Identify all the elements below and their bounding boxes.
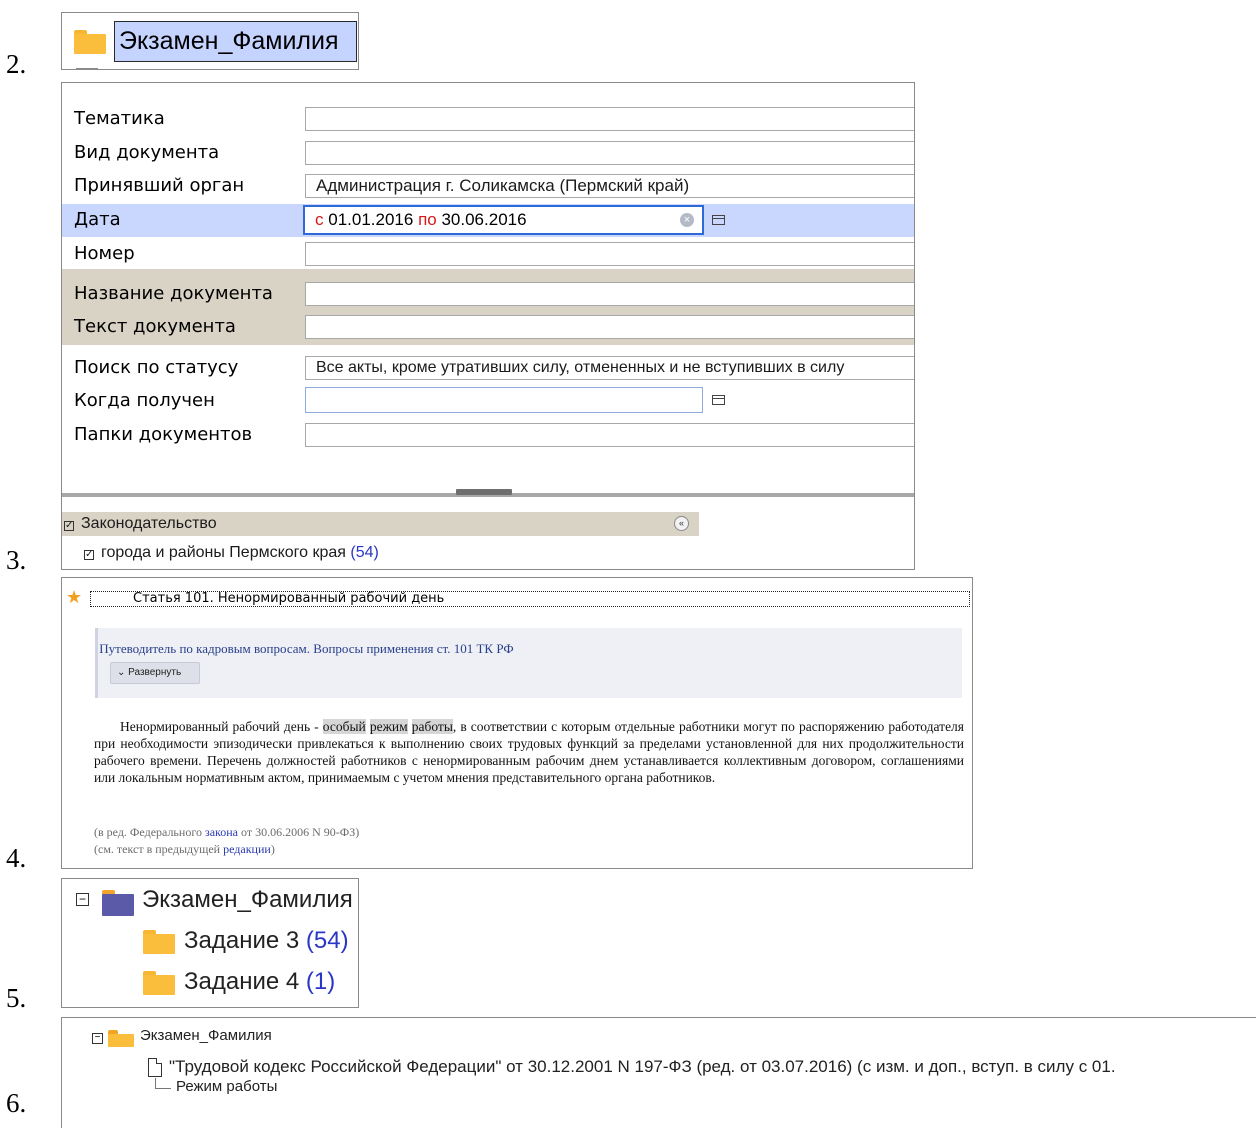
doc-name-input[interactable] xyxy=(305,282,914,306)
folder-open-icon xyxy=(108,1030,134,1047)
folder-icon xyxy=(143,971,175,995)
checkbox-icon[interactable]: ✓ xyxy=(64,521,74,531)
bookmark-label[interactable]: Режим работы xyxy=(176,1078,277,1095)
tree-root-label[interactable]: Экзамен_Фамилия xyxy=(140,1027,272,1044)
tree-root-label[interactable]: Экзамен_Фамилия xyxy=(142,886,353,914)
calendar-icon[interactable] xyxy=(712,395,725,405)
highlight-word: работы xyxy=(411,719,453,734)
calendar-icon[interactable] xyxy=(712,215,725,225)
subject-input[interactable] xyxy=(305,107,914,131)
field-label-date: Дата xyxy=(74,209,121,230)
status-input[interactable]: Все акты, кроме утративших силу, отменен… xyxy=(305,356,914,380)
field-row-subject: Тематика xyxy=(62,103,914,136)
collapse-icon[interactable]: « xyxy=(674,516,689,531)
date-to-word: по xyxy=(418,210,437,229)
field-label-status: Поиск по статусу xyxy=(74,357,239,378)
scroll-stub xyxy=(76,68,98,69)
highlight-word: особый xyxy=(322,719,366,734)
field-label-doc-type: Вид документа xyxy=(74,142,220,163)
field-row-doc-type: Вид документа xyxy=(62,137,914,170)
date-from-value: 01.01.2016 xyxy=(328,210,414,229)
doc-text-input[interactable] xyxy=(305,315,914,339)
step-number-5: 5. xyxy=(6,983,27,1013)
field-label-doc-text: Текст документа xyxy=(74,316,236,337)
doc-type-input[interactable] xyxy=(305,141,914,165)
field-label-authority: Принявший орган xyxy=(74,175,245,196)
field-label-doc-name: Название документа xyxy=(74,283,273,304)
folder-contents-panel: − Экзамен_Фамилия "Трудовой кодекс Росси… xyxy=(61,1017,1256,1128)
search-card-panel: Тематика Вид документа Принявший орган А… xyxy=(61,82,915,570)
folder-rename-panel: Экзамен_Фамилия xyxy=(61,12,359,70)
tree-item[interactable]: Задание 3 (54) xyxy=(184,927,349,955)
folder-open-icon xyxy=(102,890,134,916)
date-input[interactable]: с 01.01.2016 по 30.06.2016 × xyxy=(303,205,704,235)
field-row-doc-text: Текст документа xyxy=(62,311,914,344)
document-icon xyxy=(148,1058,162,1077)
legislation-label: Законодательство xyxy=(81,515,217,532)
tree-item[interactable]: Задание 4 (1) xyxy=(184,968,335,996)
legislation-count[interactable]: (54) xyxy=(350,544,378,561)
field-row-number: Номер xyxy=(62,238,914,271)
field-label-folders: Папки документов xyxy=(74,424,253,445)
step-number-6: 6. xyxy=(6,1088,27,1118)
folders-input[interactable] xyxy=(305,423,914,447)
law-link[interactable]: закона xyxy=(205,825,238,839)
article-text: Ненормированный рабочий день - особый ре… xyxy=(94,719,965,785)
folder-icon xyxy=(74,30,106,54)
field-label-subject: Тематика xyxy=(74,108,165,129)
field-row-folders: Папки документов xyxy=(62,419,914,452)
clear-icon[interactable]: × xyxy=(680,213,694,227)
chevron-down-icon: ⌄ xyxy=(117,667,126,678)
authority-input[interactable]: Администрация г. Соликамска (Пермский кр… xyxy=(305,174,914,198)
legislation-sub-item[interactable]: ✓ города и районы Пермского края (54) xyxy=(84,541,379,565)
folder-tree-panel: − Экзамен_Фамилия Задание 3 (54) Задание… xyxy=(61,878,359,1008)
step-number-2: 2. xyxy=(6,49,27,79)
article-title: Статья 101. Ненормированный рабочий день xyxy=(90,591,970,607)
guide-link[interactable]: Путеводитель по кадровым вопросам. Вопро… xyxy=(96,641,513,657)
edition-note: (в ред. Федерального закона от 30.06.200… xyxy=(94,825,360,839)
folder-name-edit-field[interactable]: Экзамен_Фамилия xyxy=(114,21,357,62)
legislation-sub-label: города и районы Пермского края xyxy=(101,544,346,561)
collapse-tree-icon[interactable]: − xyxy=(76,893,89,906)
article-panel: ★ Статья 101. Ненормированный рабочий де… xyxy=(61,577,973,869)
number-input[interactable] xyxy=(305,242,914,266)
splitter-handle[interactable] xyxy=(456,489,512,495)
guide-box: Путеводитель по кадровым вопросам. Вопро… xyxy=(95,628,962,698)
collapse-tree-icon[interactable]: − xyxy=(92,1033,103,1044)
expand-button[interactable]: ⌄ Развернуть xyxy=(110,662,200,684)
legislation-header[interactable]: ✓ Законодательство « xyxy=(62,512,699,536)
step-number-3: 3. xyxy=(6,545,27,575)
highlight-word: режим xyxy=(369,719,408,734)
field-row-status: Поиск по статусу Все акты, кроме утратив… xyxy=(62,352,914,385)
step-number-4: 4. xyxy=(6,843,27,873)
field-label-received: Когда получен xyxy=(74,390,215,411)
item-count[interactable]: (1) xyxy=(306,968,335,995)
field-row-doc-name: Название документа xyxy=(62,278,914,311)
date-from-word: с xyxy=(315,210,324,229)
checkbox-icon[interactable]: ✓ xyxy=(84,550,94,560)
field-row-authority: Принявший орган Администрация г. Соликам… xyxy=(62,170,914,203)
received-input[interactable] xyxy=(305,387,703,413)
tree-connector xyxy=(155,1078,171,1089)
edition-link[interactable]: редакции xyxy=(223,842,271,856)
field-label-number: Номер xyxy=(74,243,135,264)
item-count[interactable]: (54) xyxy=(306,927,349,954)
date-to-value: 30.06.2016 xyxy=(441,210,527,229)
folder-icon xyxy=(143,930,175,954)
document-link[interactable]: "Трудовой кодекс Российской Федерации" о… xyxy=(169,1057,1116,1077)
previous-edition-note: (см. текст в предыдущей редакции) xyxy=(94,842,275,856)
star-icon[interactable]: ★ xyxy=(66,588,82,606)
